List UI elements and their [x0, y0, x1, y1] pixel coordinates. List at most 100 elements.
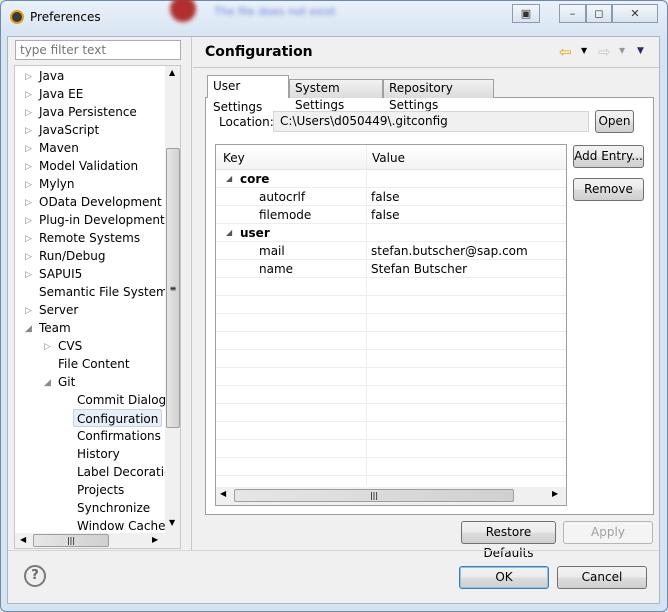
collapsed-arrow-icon[interactable]: ▷: [25, 158, 32, 176]
table-row[interactable]: [216, 278, 566, 296]
table-row[interactable]: [216, 440, 566, 458]
column-header-value[interactable]: Value: [372, 151, 405, 165]
collapsed-arrow-icon[interactable]: ▷: [25, 86, 32, 104]
tab-system-settings[interactable]: System Settings: [289, 79, 383, 112]
table-row[interactable]: name Stefan Butscher: [216, 260, 566, 278]
scroll-thumb[interactable]: |||: [33, 534, 109, 547]
tree-item[interactable]: JavaScript: [39, 121, 99, 139]
tab-user-settings[interactable]: User Settings: [207, 75, 289, 114]
section-key: user: [240, 226, 270, 240]
expanded-arrow-icon[interactable]: ◢: [226, 224, 232, 242]
tree-item[interactable]: Synchronize: [77, 499, 150, 517]
scroll-left-icon[interactable]: ◀: [220, 489, 226, 498]
tree-item[interactable]: Run/Debug: [39, 247, 106, 265]
table-row[interactable]: [216, 422, 566, 440]
open-button[interactable]: Open: [595, 110, 634, 133]
scroll-up-icon[interactable]: ▲: [169, 68, 175, 77]
collapsed-arrow-icon[interactable]: ▷: [25, 140, 32, 158]
table-row[interactable]: autocrlf false: [216, 188, 566, 206]
tree-item[interactable]: Plug-in Development: [39, 211, 165, 229]
view-menu-icon[interactable]: ▼: [637, 46, 644, 56]
table-row[interactable]: [216, 404, 566, 422]
tree-item[interactable]: Model Validation: [39, 157, 138, 175]
collapsed-arrow-icon[interactable]: ▷: [25, 230, 32, 248]
entry-key: filemode: [259, 208, 312, 222]
tree-item[interactable]: Maven: [39, 139, 79, 157]
maximize-button[interactable]: ◻: [586, 4, 612, 23]
back-menu-icon[interactable]: ▼: [581, 46, 587, 55]
collapsed-arrow-icon[interactable]: ▷: [25, 104, 32, 122]
table-row[interactable]: ◢ core: [216, 170, 566, 188]
table-row[interactable]: [216, 368, 566, 386]
table-row[interactable]: [216, 296, 566, 314]
table-row[interactable]: [216, 350, 566, 368]
tree-item[interactable]: Commit Dialog: [77, 391, 166, 409]
collapsed-arrow-icon[interactable]: ▷: [44, 338, 51, 356]
remove-button[interactable]: Remove: [573, 178, 644, 201]
tree-item[interactable]: Semantic File System: [39, 283, 168, 301]
tree-item[interactable]: Git: [58, 373, 75, 391]
expanded-arrow-icon[interactable]: ◢: [25, 320, 32, 338]
cancel-button[interactable]: Cancel: [557, 566, 647, 589]
tree-item[interactable]: Server: [39, 301, 78, 319]
minimize-button[interactable]: –: [559, 4, 586, 23]
tree-item[interactable]: Java EE: [39, 85, 83, 103]
tree-item[interactable]: File Content: [58, 355, 130, 373]
forward-arrow-icon[interactable]: ⇨: [598, 43, 611, 61]
tree-item[interactable]: History: [77, 445, 120, 463]
tree-item[interactable]: Remote Systems: [39, 229, 140, 247]
collapsed-arrow-icon[interactable]: ▷: [25, 68, 32, 86]
sash-divider[interactable]: [191, 37, 192, 550]
tree-item[interactable]: Projects: [77, 481, 124, 499]
tab-repository-settings[interactable]: Repository Settings: [383, 79, 494, 112]
scroll-thumb[interactable]: |||: [234, 489, 514, 502]
scroll-left-icon[interactable]: ◀: [20, 535, 26, 544]
table-row[interactable]: [216, 458, 566, 476]
tree-item[interactable]: SAPUI5: [39, 265, 82, 283]
scroll-down-icon[interactable]: ▼: [169, 518, 175, 527]
table-row[interactable]: [216, 386, 566, 404]
tree-item[interactable]: Java: [39, 67, 64, 85]
scroll-right-icon[interactable]: ▶: [152, 535, 158, 544]
tree-item[interactable]: OData Development: [39, 193, 162, 211]
table-row[interactable]: mail stefan.butscher@sap.com: [216, 242, 566, 260]
table-row[interactable]: ◢ user: [216, 224, 566, 242]
tree-horizontal-scrollbar[interactable]: ◀ ||| ▶: [15, 533, 180, 548]
collapsed-arrow-icon[interactable]: ▷: [25, 302, 32, 320]
close-button[interactable]: ✕: [612, 4, 658, 23]
preference-tree: ▷ Java ▷ Java EE ▷ Java Persistence ▷ JavaScrip…: [14, 65, 181, 549]
scroll-right-icon[interactable]: ▶: [552, 489, 558, 498]
back-arrow-icon[interactable]: ⇦: [559, 43, 572, 61]
tree-item[interactable]: Java Persistence: [39, 103, 137, 121]
ok-button[interactable]: OK: [459, 566, 549, 589]
table-row[interactable]: [216, 314, 566, 332]
table-row[interactable]: [216, 332, 566, 350]
expanded-arrow-icon[interactable]: ◢: [44, 374, 51, 392]
window-title: Preferences: [30, 10, 101, 24]
filter-input[interactable]: [15, 40, 181, 60]
column-header-key[interactable]: Key: [223, 151, 245, 165]
collapsed-arrow-icon[interactable]: ▷: [25, 194, 32, 212]
collapsed-arrow-icon[interactable]: ▷: [25, 176, 32, 194]
add-entry-button[interactable]: Add Entry...: [573, 145, 644, 168]
window-menu-button[interactable]: ▣: [512, 4, 540, 23]
tree-vertical-scrollbar[interactable]: ▲ ≡ ▼: [165, 66, 180, 533]
tree-item[interactable]: Mylyn: [39, 175, 75, 193]
app-logo-icon: [10, 10, 24, 24]
table-horizontal-scrollbar[interactable]: ◀ ||| ▶: [216, 487, 566, 505]
tree-item[interactable]: Configuration: [73, 409, 163, 427]
table-row[interactable]: filemode false: [216, 206, 566, 224]
tree-item[interactable]: CVS: [58, 337, 82, 355]
tree-item[interactable]: Team: [39, 319, 71, 337]
collapsed-arrow-icon[interactable]: ▷: [25, 212, 32, 230]
apply-button[interactable]: Apply: [563, 521, 653, 544]
collapsed-arrow-icon[interactable]: ▷: [25, 266, 32, 284]
forward-menu-icon[interactable]: ▼: [619, 46, 625, 55]
collapsed-arrow-icon[interactable]: ▷: [25, 122, 32, 140]
scroll-thumb[interactable]: ≡: [166, 148, 180, 428]
expanded-arrow-icon[interactable]: ◢: [226, 170, 232, 188]
collapsed-arrow-icon[interactable]: ▷: [25, 248, 32, 266]
restore-defaults-button[interactable]: Restore Defaults: [461, 521, 556, 560]
section-key: core: [240, 172, 270, 186]
help-icon[interactable]: ?: [24, 565, 46, 587]
